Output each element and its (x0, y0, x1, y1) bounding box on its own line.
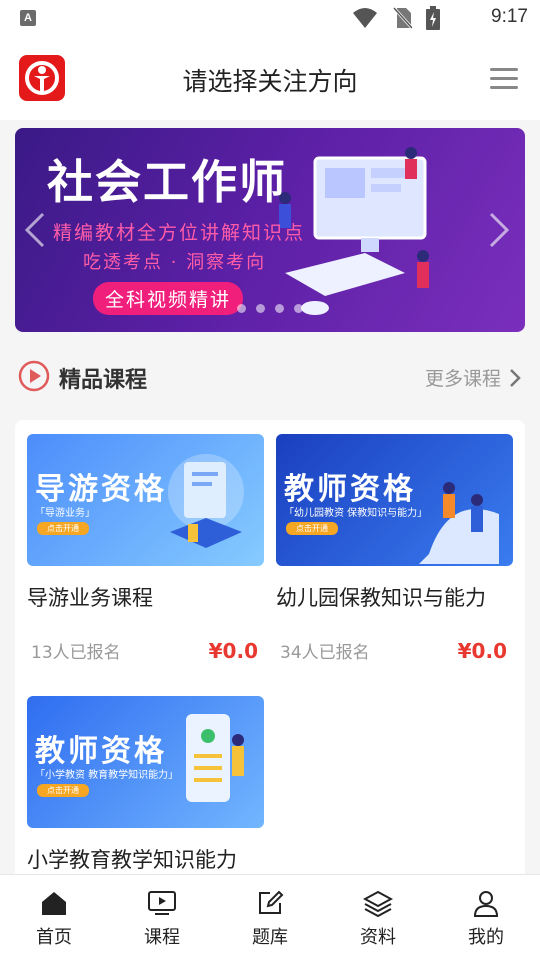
chevron-right-icon (510, 368, 521, 387)
status-bar: A 9:17 (0, 0, 540, 36)
carousel-indicator (237, 304, 303, 313)
tab-materials[interactable]: 资料 (324, 875, 432, 960)
section-title: 精品课程 (59, 368, 148, 393)
promo-banner[interactable]: 社会工作师 精编教材全方位讲解知识点 吃透考点 · 洞察考向 全科视频精讲 (15, 128, 525, 332)
video-icon (148, 891, 176, 915)
notification-icon: A (20, 10, 36, 26)
tab-label: 题库 (252, 927, 288, 948)
thumbnail-button: 点击开通 (286, 522, 338, 535)
banner-title: 社会工作师 (47, 155, 287, 209)
carousel-dot[interactable] (275, 304, 284, 313)
chevron-right-icon[interactable] (487, 210, 511, 250)
tab-label: 我的 (468, 927, 504, 948)
thumbnail-title: 教师资格 (284, 472, 416, 507)
enrolled-count: 34人已报名 (280, 643, 370, 663)
chevron-left-icon[interactable] (23, 210, 47, 250)
banner-subtitle-1: 精编教材全方位讲解知识点 (53, 222, 306, 244)
carousel-dot[interactable] (237, 304, 246, 313)
battery-icon (426, 6, 440, 30)
course-name: 导游业务课程 (27, 586, 153, 610)
tab-home[interactable]: 首页 (0, 875, 108, 960)
thumbnail-button: 点击开通 (37, 522, 89, 535)
course-thumbnail: 导游资格 「导游业务」 点击开通 (27, 434, 264, 566)
banner-cta-button[interactable]: 全科视频精讲 (93, 282, 244, 315)
menu-button[interactable] (490, 68, 518, 90)
play-circle-icon (18, 360, 50, 392)
thumbnail-button: 点击开通 (37, 784, 89, 797)
course-thumbnail: 教师资格 「小学教资 教育教学知识能力」 点击开通 (27, 696, 264, 828)
course-card-kindergarten[interactable]: 教师资格 「幼儿园教资 保教知识与能力」 点击开通 幼儿园保教知识与能力 34人… (276, 434, 513, 663)
clock: 9:17 (491, 6, 528, 27)
course-thumbnail: 教师资格 「幼儿园教资 保教知识与能力」 点击开通 (276, 434, 513, 566)
phone-illustration (186, 714, 244, 802)
tab-label: 课程 (144, 927, 180, 948)
featured-courses-header: 精品课程 更多课程 (15, 350, 525, 400)
layers-icon (363, 890, 393, 917)
tab-label: 首页 (36, 927, 72, 948)
tab-profile[interactable]: 我的 (432, 875, 540, 960)
thumbnail-tag: 「导游业务」 (35, 508, 95, 519)
thumbnail-title: 导游资格 (35, 472, 167, 507)
thumbnail-tag: 「小学教资 教育教学知识能力」 (35, 770, 179, 781)
document-illustration (168, 454, 244, 548)
edit-icon (259, 890, 284, 914)
app-header: 请选择关注方向 (0, 36, 540, 120)
bottom-tab-bar: 首页 课程 题库 资料 我的 (0, 874, 540, 960)
tab-question-bank[interactable]: 题库 (216, 875, 324, 960)
thumbnail-title: 教师资格 (35, 734, 167, 769)
thumbnail-tag: 「幼儿园教资 保教知识与能力」 (284, 508, 428, 519)
more-courses-link[interactable]: 更多课程 (425, 364, 521, 391)
enrolled-count: 13人已报名 (31, 643, 121, 663)
user-icon (473, 891, 499, 917)
course-list: 导游资格 「导游业务」 点击开通 导游业务课程 13人已报名 ¥0.0 教师资格… (15, 420, 525, 890)
course-name: 小学教育教学知识能力 (27, 848, 237, 872)
course-card-primary-school[interactable]: 教师资格 「小学教资 教育教学知识能力」 点击开通 小学教育教学知识能力 (27, 696, 264, 874)
course-price: ¥0.0 (208, 639, 258, 663)
home-icon (42, 892, 66, 915)
status-icons (352, 6, 440, 30)
course-name: 幼儿园保教知识与能力 (276, 586, 486, 610)
page-title: 请选择关注方向 (182, 67, 358, 96)
course-meta: 34人已报名 ¥0.0 (276, 638, 513, 663)
course-meta: 13人已报名 ¥0.0 (27, 638, 264, 663)
people-illustration (419, 482, 499, 564)
course-price: ¥0.0 (457, 639, 507, 663)
wifi-icon (353, 8, 377, 28)
tab-label: 资料 (360, 927, 396, 948)
course-card-tour-guide[interactable]: 导游资格 「导游业务」 点击开通 导游业务课程 13人已报名 ¥0.0 (27, 434, 264, 663)
no-sim-icon (392, 6, 412, 30)
carousel-dot[interactable] (294, 304, 303, 313)
tab-courses[interactable]: 课程 (108, 875, 216, 960)
menu-icon (490, 68, 518, 71)
carousel-dot[interactable] (256, 304, 265, 313)
more-courses-label: 更多课程 (424, 368, 501, 390)
banner-subtitle-2: 吃透考点 · 洞察考向 (83, 252, 267, 273)
